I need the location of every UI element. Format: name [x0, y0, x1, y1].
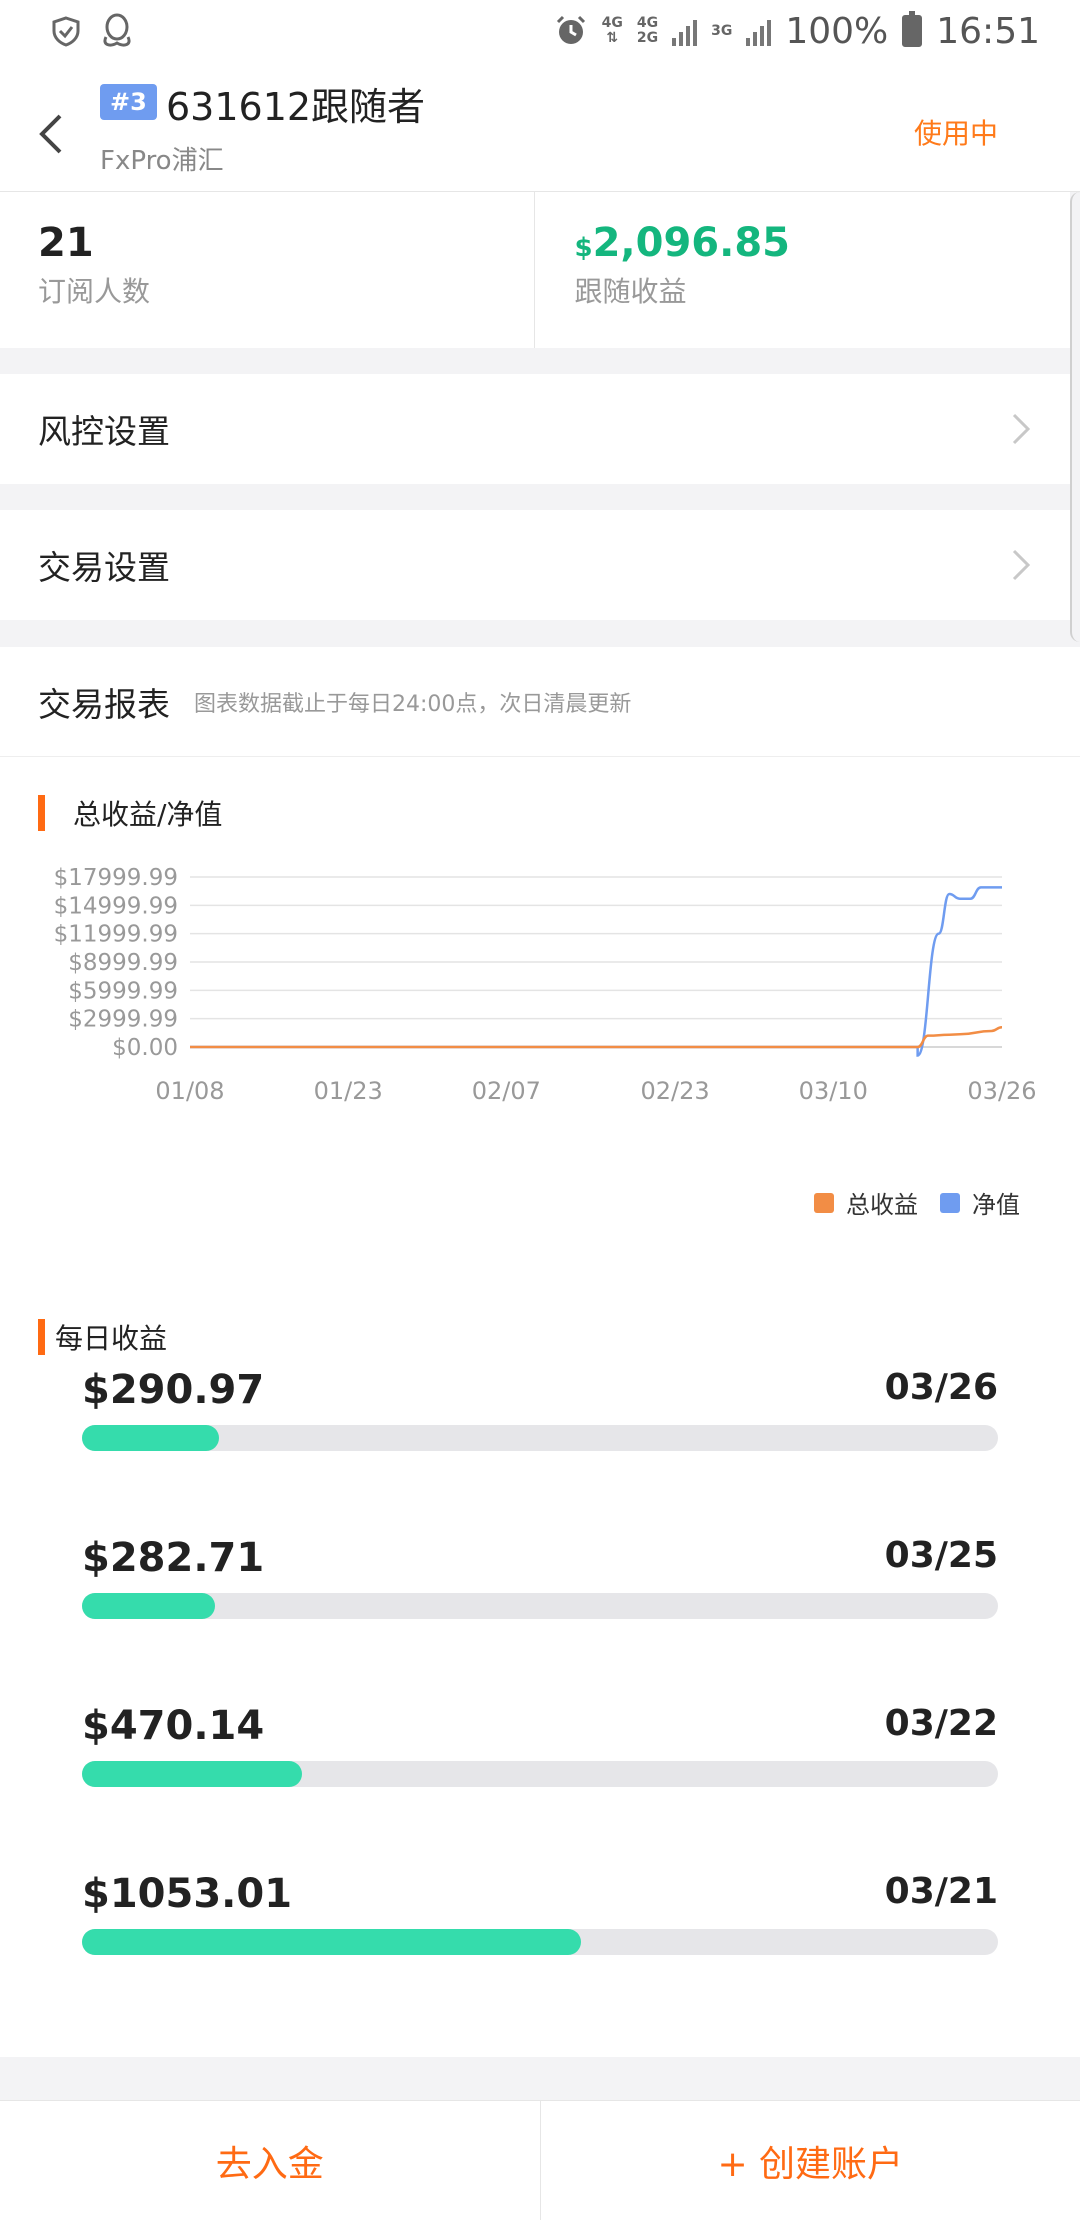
daily-profit-item: $282.71 03/25	[82, 1535, 998, 1703]
y-tick-label: $0.00	[112, 1035, 178, 1061]
chevron-left-icon	[39, 114, 62, 154]
rank-badge: #3	[100, 84, 157, 120]
progress-track	[82, 1425, 998, 1451]
battery-icon	[902, 11, 923, 47]
qq-icon	[103, 13, 131, 47]
y-tick-label: $17999.99	[54, 865, 178, 891]
x-tick-label: 03/26	[967, 1077, 1036, 1105]
daily-section-title: 每日收益	[38, 1317, 167, 1357]
daily-amount: $470.14	[82, 1703, 265, 1749]
progress-track	[82, 1761, 998, 1787]
section-accent-bar	[38, 1319, 45, 1355]
daily-profit-item: $1053.01 03/21	[82, 1871, 998, 2039]
back-button[interactable]	[30, 102, 70, 162]
chevron-right-icon	[1012, 413, 1031, 445]
create-account-button[interactable]: + 创建账户	[539, 2101, 1080, 2220]
x-tick-label: 01/23	[314, 1077, 383, 1105]
progress-track	[82, 1929, 998, 1955]
daily-profit-item: $470.14 03/22	[82, 1703, 998, 1871]
x-tick-label: 01/08	[155, 1077, 224, 1105]
chart-svg: $17999.99$14999.99 $11999.99$8999.99$5999…	[54, 865, 1037, 1105]
y-tick-label: $14999.99	[54, 893, 178, 919]
progress-fill	[82, 1761, 302, 1787]
profit-equity-chart: $17999.99 $14999.99 $11999.99 $8999.99 $5999…	[0, 847, 1080, 1127]
page-title: 631612跟随者	[166, 85, 426, 129]
edge-scroll-indicator	[1070, 192, 1080, 642]
total-profit-line	[190, 1025, 1003, 1049]
legend-swatch-orange	[814, 1192, 834, 1213]
chevron-right-icon	[1012, 549, 1031, 581]
daily-date: 03/25	[884, 1535, 998, 1576]
signal-icon	[672, 16, 698, 46]
subscribers-label: 订阅人数	[38, 275, 151, 308]
legend-label: 总收益	[846, 1191, 918, 1219]
daily-amount: $282.71	[82, 1535, 265, 1581]
risk-settings-label: 风控设置	[38, 412, 170, 451]
battery-percent: 100%	[785, 10, 889, 52]
legend-item-total-profit[interactable]: 总收益	[814, 1185, 918, 1220]
shield-icon	[52, 16, 80, 47]
profit-amount: 2,096.85	[592, 220, 790, 266]
progress-track	[82, 1593, 998, 1619]
alarm-icon	[556, 15, 585, 44]
report-note: 图表数据截止于每日24:00点，次日清晨更新	[194, 691, 632, 717]
deposit-button[interactable]: 去入金	[0, 2101, 540, 2220]
legend-swatch-blue	[940, 1192, 960, 1213]
follow-profit-stat: $2,096.85 跟随收益	[533, 192, 1071, 348]
progress-fill	[82, 1425, 220, 1451]
trade-settings-label: 交易设置	[38, 548, 170, 587]
x-tick-label: 02/07	[472, 1077, 541, 1105]
trade-report-section: 交易报表 图表数据截止于每日24:00点，次日清晨更新 总收益/净值 $1799…	[0, 647, 1080, 2057]
section-accent-bar	[38, 795, 45, 831]
x-tick-label: 03/10	[799, 1077, 868, 1105]
signal-icon-2	[746, 16, 772, 46]
daily-amount: $1053.01	[82, 1871, 293, 1917]
subscribers-value: 21	[38, 220, 94, 266]
follow-profit-label: 跟随收益	[574, 275, 687, 308]
y-tick-label: $8999.99	[68, 950, 178, 976]
network-3g-indicator: 3G	[711, 22, 733, 39]
daily-date: 03/21	[884, 1871, 998, 1912]
y-tick-label: $11999.99	[54, 922, 178, 948]
legend-label: 净值	[972, 1191, 1020, 1219]
net-2-top: 4G	[636, 15, 659, 31]
daily-title: 每日收益	[55, 1322, 168, 1355]
chart-title: 总收益/净值	[73, 798, 223, 831]
progress-fill	[82, 1929, 582, 1955]
x-tick-label: 02/23	[641, 1077, 710, 1105]
currency-symbol: $	[574, 233, 593, 263]
clock: 16:51	[936, 10, 1040, 52]
data-arrows-icon: ⇅	[606, 30, 619, 46]
header: #3 631612跟随者 FxPro浦汇 使用中	[0, 62, 1080, 192]
y-tick-label: $2999.99	[68, 1007, 178, 1033]
follow-profit-value: $2,096.85	[575, 220, 1033, 266]
network-4g-indicator: 4G ⇅	[602, 16, 623, 46]
daily-amount: $290.97	[82, 1367, 265, 1413]
broker-name: FxPro浦汇	[100, 146, 224, 176]
stats-panel: 21 订阅人数 $2,096.85 跟随收益	[0, 192, 1070, 348]
network-4g-2g-indicator: 4G 2G	[637, 16, 658, 46]
chart-legend: 总收益 净值	[814, 1185, 1020, 1220]
progress-fill	[82, 1593, 215, 1619]
daily-profit-item: $290.97 03/26	[82, 1367, 998, 1535]
chart-section-title: 总收益/净值	[38, 793, 222, 833]
daily-profit-list: $290.97 03/26 $282.71 03/25 $470.14 03/2…	[82, 1367, 998, 2039]
report-title: 交易报表	[38, 684, 170, 724]
subscribers-stat: 21 订阅人数	[0, 192, 534, 348]
in-use-status-button[interactable]: 使用中	[914, 112, 998, 152]
equity-line	[190, 886, 1002, 1057]
daily-date: 03/22	[884, 1703, 998, 1744]
bottom-action-bar: 去入金 + 创建账户	[0, 2100, 1080, 2220]
trade-settings-row[interactable]: 交易设置	[0, 510, 1070, 620]
net-2-bottom: 2G	[636, 30, 659, 46]
risk-settings-row[interactable]: 风控设置	[0, 374, 1070, 484]
net-3-top: 3G	[711, 22, 733, 39]
status-bar: 4G ⇅ 4G 2G 3G 100% 16:51	[0, 0, 1080, 62]
net-1-top: 4G	[601, 15, 623, 31]
daily-date: 03/26	[884, 1367, 998, 1408]
legend-item-equity[interactable]: 净值	[940, 1185, 1020, 1220]
y-tick-label: $5999.99	[68, 978, 178, 1004]
report-header: 交易报表 图表数据截止于每日24:00点，次日清晨更新	[0, 647, 1080, 757]
